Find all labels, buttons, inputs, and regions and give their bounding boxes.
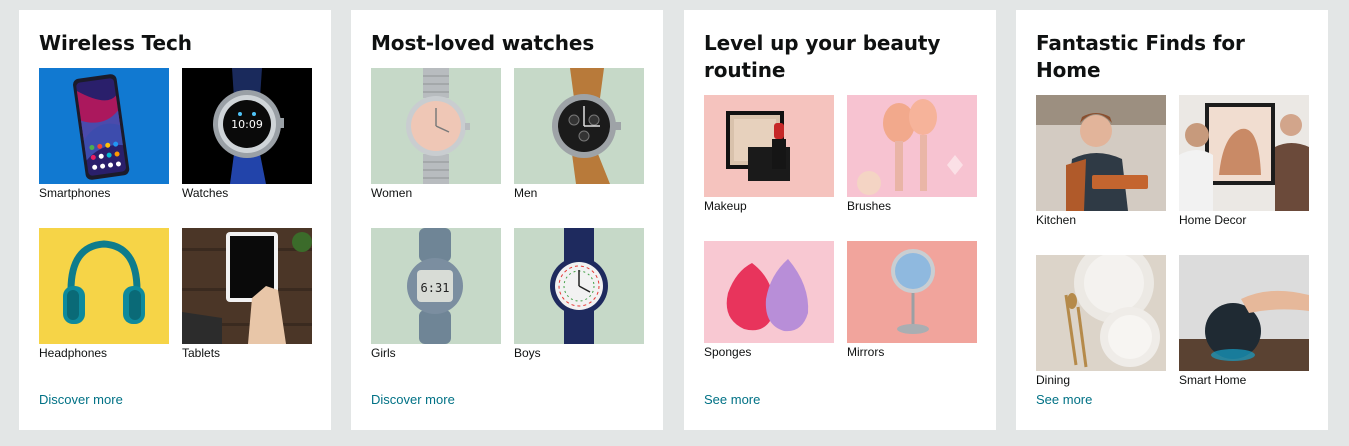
tile-label: Makeup	[704, 199, 747, 213]
card-title: Wireless Tech	[39, 31, 192, 55]
smartwatch-image: 10:09	[182, 68, 312, 184]
mirror-image	[847, 241, 977, 343]
headphones-image	[39, 228, 169, 344]
tile-label: Smart Home	[1179, 373, 1247, 387]
dining-image	[1036, 255, 1166, 371]
tile-men[interactable]: Men	[514, 68, 644, 228]
smart-home-image	[1179, 255, 1309, 371]
tile-label: Women	[371, 186, 413, 200]
tile-label: Sponges	[704, 345, 752, 359]
card-wireless-tech: Wireless Tech Smartphones 10:09 Watches …	[19, 10, 331, 430]
makeup-image	[704, 95, 834, 197]
tile-label: Boys	[514, 346, 541, 360]
tile-boys[interactable]: Boys	[514, 228, 644, 388]
tile-label: Home Decor	[1179, 213, 1247, 227]
smartphone-image	[39, 68, 169, 184]
discover-more-link[interactable]: Discover more	[39, 392, 123, 407]
tile-tablets[interactable]: Tablets	[182, 228, 312, 388]
see-more-link[interactable]: See more	[704, 392, 760, 407]
boys-watch-image	[514, 228, 644, 344]
see-more-link[interactable]: See more	[1036, 392, 1092, 407]
tile-label: Girls	[371, 346, 396, 360]
girls-watch-image: 6:31	[371, 228, 501, 344]
card-beauty-routine: Level up your beauty routine Makeup Brus…	[684, 10, 996, 430]
discover-more-link[interactable]: Discover more	[371, 392, 455, 407]
brushes-image	[847, 95, 977, 197]
womens-watch-image	[371, 68, 501, 184]
tile-dining[interactable]: Dining	[1036, 255, 1166, 415]
tile-label: Smartphones	[39, 186, 111, 200]
tile-makeup[interactable]: Makeup	[704, 95, 834, 241]
tile-smart-home[interactable]: Smart Home	[1179, 255, 1309, 415]
card-fantastic-finds-home: Fantastic Finds for Home Kitchen Home De…	[1016, 10, 1328, 430]
tile-home-decor[interactable]: Home Decor	[1179, 95, 1309, 255]
kitchen-image	[1036, 95, 1166, 211]
tile-brushes[interactable]: Brushes	[847, 95, 977, 241]
tile-watches[interactable]: 10:09 Watches	[182, 68, 312, 228]
tile-kitchen[interactable]: Kitchen	[1036, 95, 1166, 255]
tile-mirrors[interactable]: Mirrors	[847, 241, 977, 387]
tile-label: Headphones	[39, 346, 108, 360]
tablet-image	[182, 228, 312, 344]
tile-label: Mirrors	[847, 345, 885, 359]
tile-women[interactable]: Women	[371, 68, 501, 228]
card-title: Level up your beauty routine	[704, 31, 941, 82]
svg-text:6:31: 6:31	[421, 281, 450, 295]
tile-smartphones[interactable]: Smartphones	[39, 68, 169, 228]
card-title: Most-loved watches	[371, 31, 595, 55]
tile-label: Tablets	[182, 346, 221, 360]
tile-label: Watches	[182, 186, 229, 200]
tile-girls[interactable]: 6:31 Girls	[371, 228, 501, 388]
mens-watch-image	[514, 68, 644, 184]
tile-sponges[interactable]: Sponges	[704, 241, 834, 387]
card-title: Fantastic Finds for Home	[1036, 31, 1245, 82]
card-most-loved-watches: Most-loved watches Women Men 6:31 Girls …	[351, 10, 663, 430]
tile-headphones[interactable]: Headphones	[39, 228, 169, 388]
sponges-image	[704, 241, 834, 343]
home-decor-image	[1179, 95, 1309, 211]
tile-label: Brushes	[847, 199, 892, 213]
svg-text:10:09: 10:09	[231, 118, 263, 131]
tile-label: Men	[514, 186, 538, 200]
tile-label: Kitchen	[1036, 213, 1077, 227]
